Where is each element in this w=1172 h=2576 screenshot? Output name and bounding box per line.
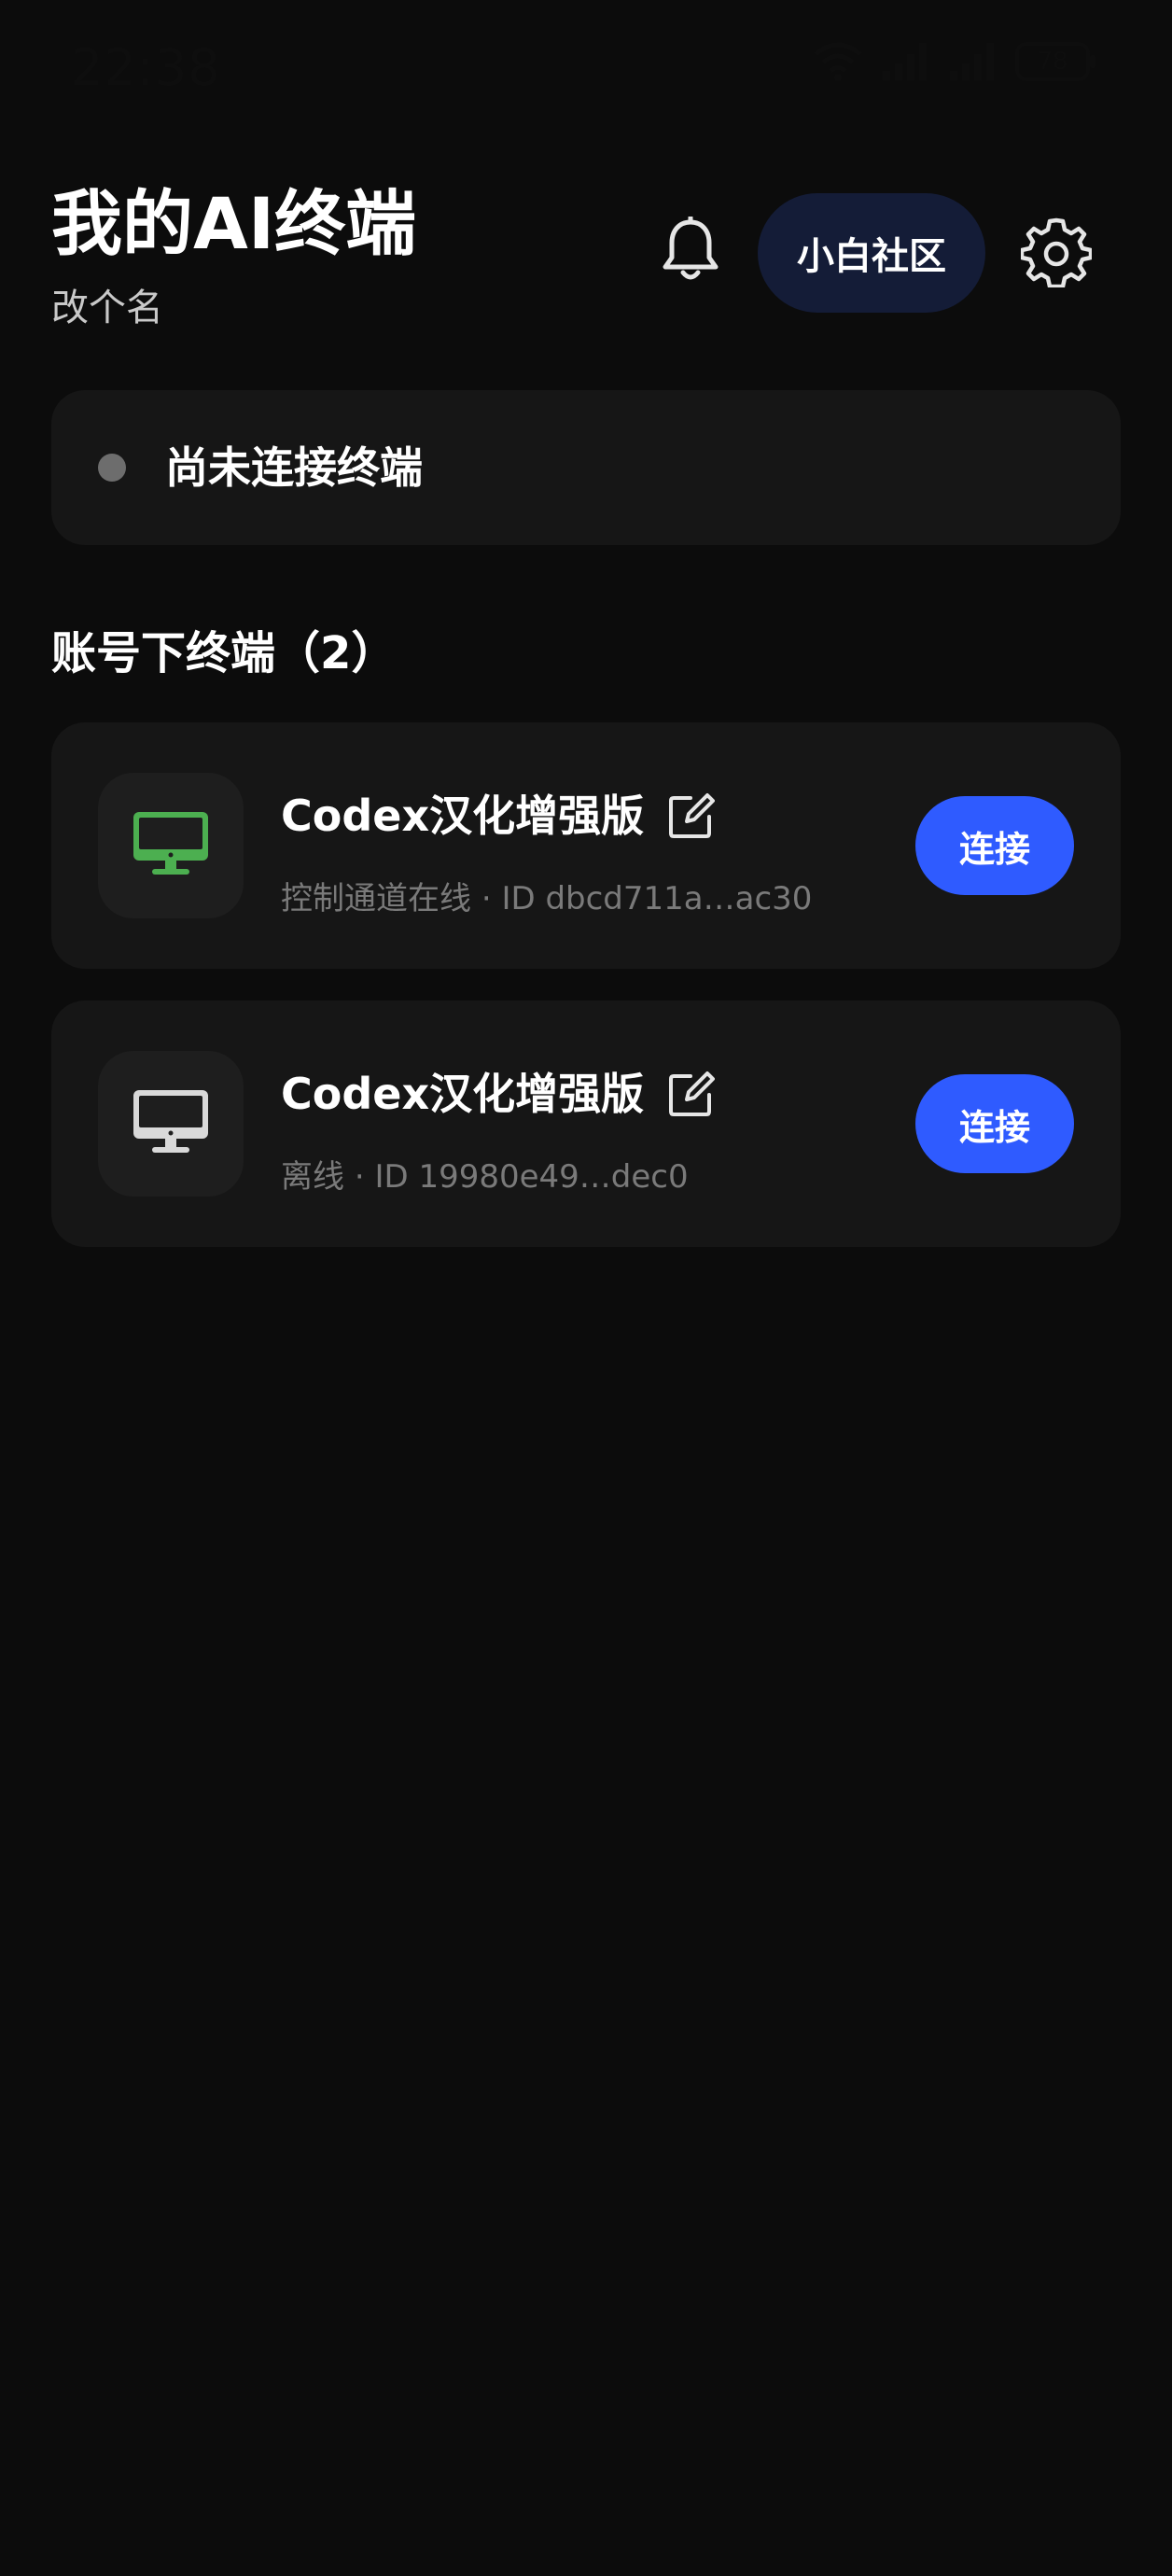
terminal-icon-box — [98, 773, 244, 918]
notification-button[interactable] — [653, 215, 728, 289]
terminal-meta: 控制通道在线 · ID dbcd711a…ac30 — [281, 875, 812, 922]
signal-icon-1 — [881, 41, 931, 82]
edit-icon — [668, 1071, 715, 1121]
terminal-status: 离线 — [281, 1158, 344, 1196]
wifi-icon — [812, 41, 864, 82]
terminal-card[interactable]: Codex汉化增强版 控制通道在线 · ID dbcd711a…ac30 连接 — [51, 722, 1121, 969]
terminal-meta: 离线 · ID 19980e49…dec0 — [281, 1154, 689, 1200]
meta-separator: · — [354, 1158, 375, 1196]
gear-icon — [1019, 217, 1094, 291]
bell-icon — [661, 215, 720, 287]
connect-button[interactable]: 连接 — [915, 796, 1074, 895]
battery-level: 78 — [1037, 48, 1068, 76]
terminal-card[interactable]: Codex汉化增强版 离线 · ID 19980e49…dec0 连接 — [51, 1001, 1121, 1247]
terminal-name: Codex汉化增强版 — [281, 791, 645, 841]
meta-separator: · — [481, 880, 502, 917]
connection-status-card: 尚未连接终端 — [51, 390, 1121, 545]
status-icons: 78 — [812, 41, 1097, 82]
connection-status-text: 尚未连接终端 — [165, 442, 423, 493]
terminal-icon-box — [98, 1051, 244, 1197]
settings-button[interactable] — [1017, 215, 1095, 293]
rename-link[interactable]: 改个名 — [51, 280, 163, 336]
signal-icon-2 — [948, 41, 998, 82]
monitor-icon — [132, 1088, 210, 1159]
community-button[interactable]: 小白社区 — [758, 193, 985, 313]
status-bar: 22:38 78 — [0, 0, 1172, 140]
page-title: 我的AI终端 — [51, 182, 417, 265]
status-time: 22:38 — [71, 38, 221, 97]
terminal-name: Codex汉化增强版 — [281, 1069, 645, 1119]
connect-button[interactable]: 连接 — [915, 1074, 1074, 1173]
section-title: 账号下终端（2） — [51, 627, 397, 679]
terminal-id: ID dbcd711a…ac30 — [501, 880, 813, 917]
edit-name-button[interactable] — [663, 1068, 719, 1124]
edit-name-button[interactable] — [663, 790, 719, 846]
monitor-icon — [132, 810, 210, 881]
terminal-id: ID 19980e49…dec0 — [374, 1158, 689, 1196]
terminal-status: 控制通道在线 — [281, 880, 471, 917]
edit-icon — [668, 792, 715, 843]
battery-icon: 78 — [1015, 41, 1097, 82]
connection-status-dot — [98, 454, 126, 482]
